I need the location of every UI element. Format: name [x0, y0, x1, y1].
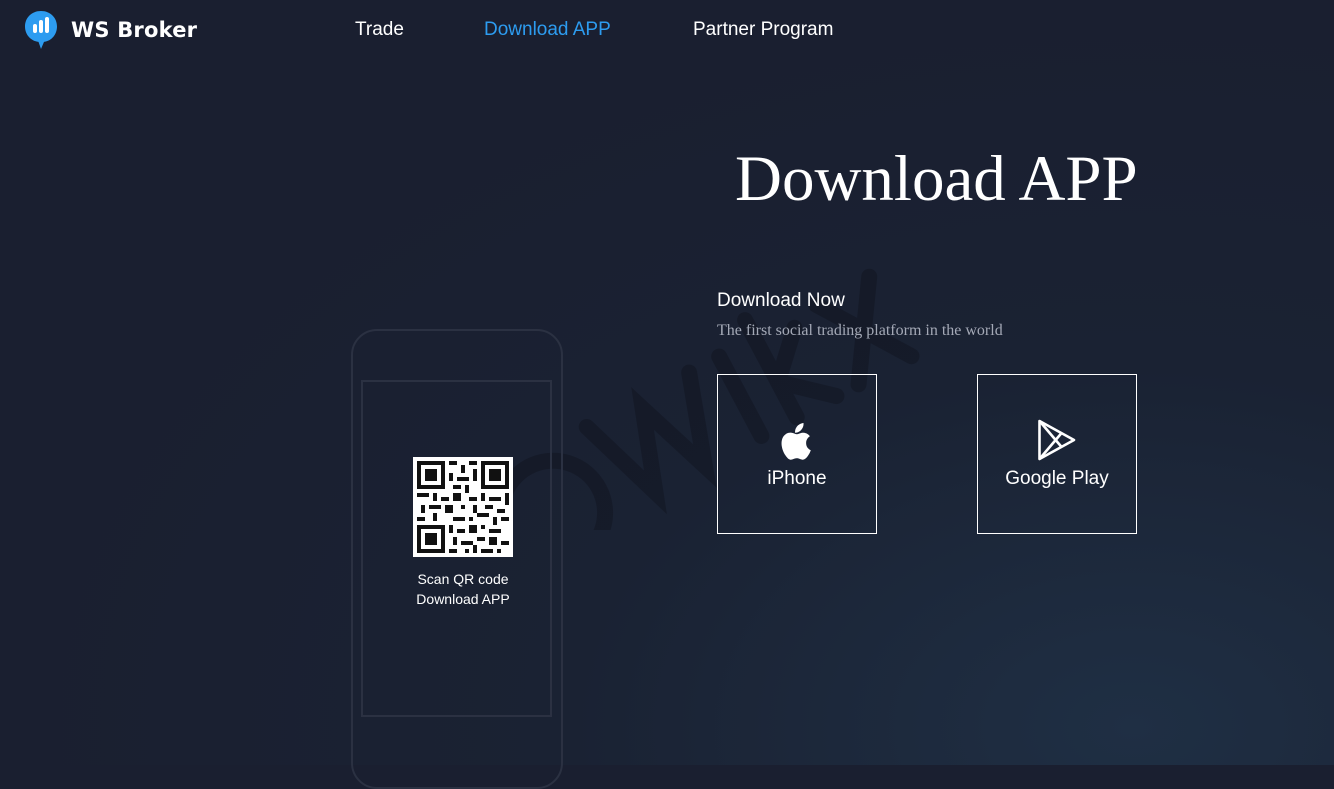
nav-partner-program[interactable]: Partner Program	[693, 19, 833, 41]
qr-caption: Scan QR code Download APP	[393, 569, 533, 609]
qr-code-icon	[413, 457, 513, 557]
chat-bars-logo-icon	[25, 11, 57, 49]
iphone-download-button[interactable]: iPhone	[717, 374, 877, 534]
qr-caption-line1: Scan QR code	[417, 571, 509, 587]
brand-name: WS Broker	[71, 18, 198, 42]
tagline: The first social trading platform in the…	[717, 322, 1003, 339]
google-play-icon	[1037, 418, 1077, 462]
qr-caption-line2: Download APP	[416, 591, 510, 607]
apple-icon	[777, 418, 817, 462]
google-play-label: Google Play	[1005, 468, 1109, 489]
download-now-heading: Download Now	[717, 290, 845, 311]
brand-logo[interactable]: WS Broker	[24, 10, 197, 50]
google-play-download-button[interactable]: Google Play	[977, 374, 1137, 534]
iphone-label: iPhone	[767, 468, 827, 489]
nav-trade[interactable]: Trade	[355, 19, 404, 41]
page-title: Download APP	[735, 143, 1138, 215]
nav-download-app[interactable]: Download APP	[484, 19, 611, 41]
